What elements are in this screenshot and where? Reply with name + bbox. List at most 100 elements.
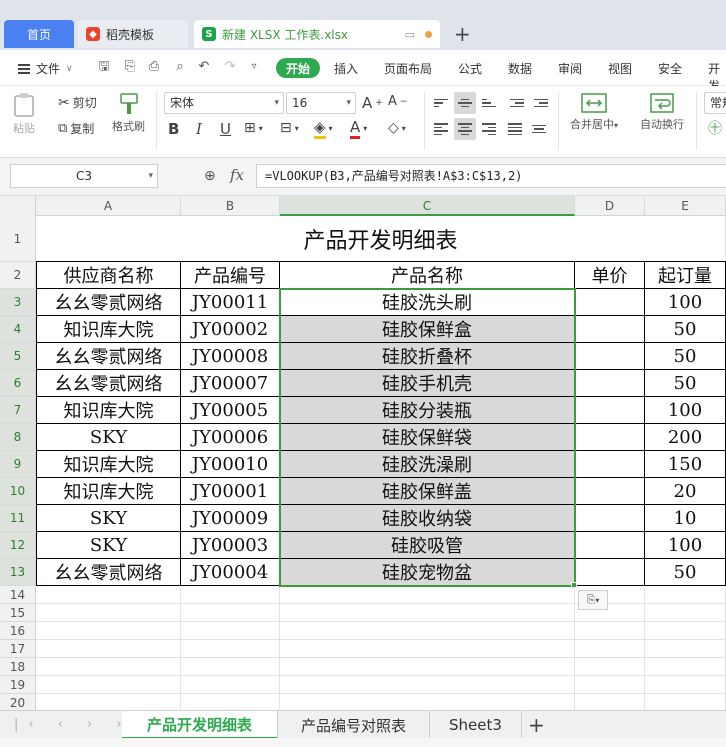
- table-cell[interactable]: 100: [645, 289, 726, 316]
- row-header-6[interactable]: 6: [0, 370, 36, 397]
- row-header-17[interactable]: 17: [0, 640, 36, 658]
- empty-cell[interactable]: [181, 640, 280, 658]
- table-cell[interactable]: 50: [645, 343, 726, 370]
- tab-home[interactable]: 首页: [4, 20, 74, 48]
- undo-icon[interactable]: ↶: [196, 59, 212, 75]
- insert-function-icon[interactable]: fx: [230, 166, 244, 184]
- table-cell[interactable]: 50: [645, 316, 726, 343]
- export-icon[interactable]: ⎘: [122, 59, 138, 75]
- empty-cell[interactable]: [181, 676, 280, 694]
- table-cell[interactable]: 100: [645, 532, 726, 559]
- empty-cell[interactable]: [280, 586, 575, 604]
- table-cell[interactable]: SKY: [36, 505, 181, 532]
- row-header-12[interactable]: 12: [0, 532, 36, 559]
- align-bottom-icon[interactable]: [478, 92, 500, 114]
- table-cell[interactable]: JY00010: [181, 451, 280, 478]
- empty-cell[interactable]: [645, 694, 726, 710]
- empty-cell[interactable]: [575, 658, 645, 676]
- add-sheet-plus-icon[interactable]: +: [528, 713, 545, 737]
- table-cell[interactable]: 硅胶分装瓶: [280, 397, 575, 424]
- table-header-cell[interactable]: 供应商名称: [36, 262, 181, 289]
- empty-cell[interactable]: [280, 640, 575, 658]
- table-header-cell[interactable]: 单价: [575, 262, 645, 289]
- table-cell[interactable]: JY00009: [181, 505, 280, 532]
- row-header-2[interactable]: 2: [0, 262, 36, 289]
- window-mode-icon[interactable]: ▭: [405, 28, 415, 41]
- copy-button[interactable]: ⧉ 复制: [58, 120, 94, 137]
- table-cell[interactable]: JY00002: [181, 316, 280, 343]
- empty-cell[interactable]: [280, 658, 575, 676]
- empty-cell[interactable]: [645, 622, 726, 640]
- row-header-15[interactable]: 15: [0, 604, 36, 622]
- formula-input[interactable]: =VLOOKUP(B3,产品编号对照表!A$3:C$13,2): [256, 164, 726, 188]
- bold-icon[interactable]: B: [168, 120, 179, 138]
- column-header-b[interactable]: B: [181, 196, 280, 216]
- table-cell[interactable]: 硅胶洗澡刷: [280, 451, 575, 478]
- table-header-cell[interactable]: 产品编号: [181, 262, 280, 289]
- table-cell[interactable]: [575, 370, 645, 397]
- table-cell[interactable]: [575, 424, 645, 451]
- empty-cell[interactable]: [575, 622, 645, 640]
- menu-tab-data[interactable]: 数据: [508, 60, 532, 77]
- borders-icon[interactable]: ⊞ ▾: [244, 120, 263, 136]
- table-cell[interactable]: 硅胶保鲜盒: [280, 316, 575, 343]
- fill-handle[interactable]: [571, 582, 577, 588]
- merge-center-button[interactable]: 合并居中▾: [570, 92, 618, 132]
- italic-icon[interactable]: I: [196, 120, 202, 138]
- table-cell[interactable]: JY00007: [181, 370, 280, 397]
- table-cell[interactable]: 知识库大院: [36, 478, 181, 505]
- table-cell[interactable]: 幺幺零贰网络: [36, 559, 181, 586]
- table-cell[interactable]: [575, 289, 645, 316]
- table-cell[interactable]: SKY: [36, 532, 181, 559]
- select-all-corner[interactable]: [0, 196, 36, 216]
- column-header-c[interactable]: C: [280, 196, 575, 216]
- row-header-19[interactable]: 19: [0, 676, 36, 694]
- row-header-10[interactable]: 10: [0, 478, 36, 505]
- empty-cell[interactable]: [280, 604, 575, 622]
- table-cell[interactable]: 硅胶保鲜袋: [280, 424, 575, 451]
- menu-tab-formulas[interactable]: 公式: [458, 60, 482, 77]
- table-cell[interactable]: [575, 343, 645, 370]
- empty-cell[interactable]: [181, 586, 280, 604]
- paste-button[interactable]: 粘贴: [12, 92, 36, 136]
- table-cell[interactable]: JY00003: [181, 532, 280, 559]
- empty-cell[interactable]: [181, 622, 280, 640]
- fill-color-icon[interactable]: ◈ ▾: [314, 118, 333, 139]
- table-cell[interactable]: [575, 478, 645, 505]
- row-header-20[interactable]: 20: [0, 694, 36, 710]
- table-cell[interactable]: 知识库大院: [36, 397, 181, 424]
- row-header-11[interactable]: 11: [0, 505, 36, 532]
- row-header-7[interactable]: 7: [0, 397, 36, 424]
- justify-icon[interactable]: [504, 118, 526, 140]
- row-header-9[interactable]: 9: [0, 451, 36, 478]
- tab-docer-templates[interactable]: ◆ 稻壳模板: [78, 20, 188, 48]
- increase-indent-icon[interactable]: [530, 92, 552, 114]
- sheet-tab-product-detail[interactable]: 产品开发明细表: [122, 711, 278, 739]
- empty-cell[interactable]: [575, 640, 645, 658]
- column-header-e[interactable]: E: [645, 196, 726, 216]
- menu-tab-start[interactable]: 开始: [276, 58, 320, 78]
- empty-cell[interactable]: [645, 676, 726, 694]
- print-icon[interactable]: ⎙: [146, 59, 162, 75]
- row-header-4[interactable]: 4: [0, 316, 36, 343]
- empty-cell[interactable]: [280, 622, 575, 640]
- table-cell[interactable]: 硅胶折叠杯: [280, 343, 575, 370]
- table-cell[interactable]: 幺幺零贰网络: [36, 289, 181, 316]
- clear-format-icon[interactable]: ◇ ▾: [388, 120, 406, 136]
- table-cell[interactable]: 150: [645, 451, 726, 478]
- table-cell[interactable]: 100: [645, 397, 726, 424]
- table-cell[interactable]: JY00005: [181, 397, 280, 424]
- table-cell[interactable]: 硅胶手机壳: [280, 370, 575, 397]
- column-header-a[interactable]: A: [36, 196, 181, 216]
- table-cell[interactable]: 20: [645, 478, 726, 505]
- font-size-select[interactable]: 16 ▾: [286, 92, 356, 114]
- empty-cell[interactable]: [575, 694, 645, 710]
- table-cell[interactable]: 50: [645, 370, 726, 397]
- table-cell[interactable]: [575, 397, 645, 424]
- row-header-18[interactable]: 18: [0, 658, 36, 676]
- font-name-select[interactable]: 宋体 ▾: [164, 92, 284, 114]
- table-cell[interactable]: SKY: [36, 424, 181, 451]
- print-preview-icon[interactable]: ⌕: [172, 59, 188, 75]
- empty-cell[interactable]: [36, 658, 181, 676]
- empty-cell[interactable]: [645, 640, 726, 658]
